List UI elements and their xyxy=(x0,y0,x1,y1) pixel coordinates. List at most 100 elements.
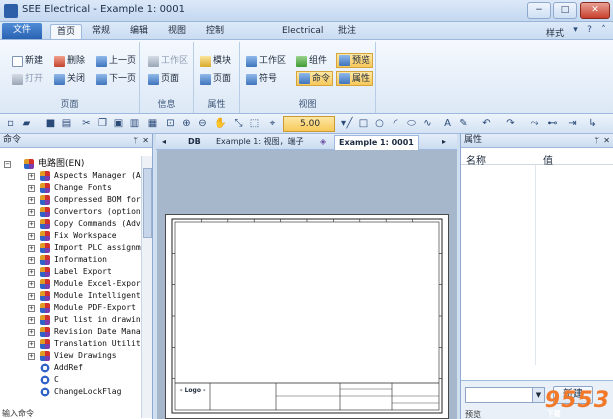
route-icon[interactable]: ↳ xyxy=(586,117,599,130)
tree-item[interactable]: + Revision Date Mana xyxy=(0,326,141,338)
command-input-label[interactable]: 输入命令 xyxy=(2,408,34,419)
commands-scrollbar[interactable] xyxy=(141,156,152,418)
ribbon-toggle-icon[interactable]: ˄ xyxy=(598,25,609,36)
tab-general[interactable]: 常规 xyxy=(86,24,116,39)
tab-db[interactable]: DB xyxy=(184,135,205,150)
template-select[interactable]: ▼ xyxy=(465,387,545,403)
tree-item[interactable]: + Copy Commands (Adv xyxy=(0,218,141,230)
tree-item[interactable]: + Aspects Manager (A xyxy=(0,170,141,182)
tab-home[interactable]: 首页 xyxy=(50,24,83,39)
tree-item[interactable]: + Compressed BOM for xyxy=(0,194,141,206)
tree-item[interactable]: + Label Export xyxy=(0,266,141,278)
tab-annotation[interactable]: 批注 xyxy=(332,24,362,39)
page-properties-button[interactable]: 页面 xyxy=(200,72,231,86)
tree-item[interactable]: + Import PLC assignm xyxy=(0,242,141,254)
tab-example-view-terminals[interactable]: Example 1: 视图，端子 xyxy=(212,135,308,150)
print-icon[interactable]: ▤ xyxy=(60,117,73,130)
tree-item[interactable]: + Information xyxy=(0,254,141,266)
drawing-canvas[interactable]: - Logo - xyxy=(157,150,457,419)
app-icon[interactable] xyxy=(4,4,18,18)
rectangle-tool-icon[interactable]: □ xyxy=(357,117,370,130)
info-workspace-button[interactable]: 工作区 xyxy=(148,54,188,68)
next-page-button[interactable]: 下一页 xyxy=(96,72,136,86)
new-page-button[interactable]: 新建 xyxy=(12,54,43,68)
expand-icon[interactable]: + xyxy=(28,317,35,324)
line-tool-icon[interactable]: ╱ xyxy=(343,117,356,130)
panel-close-icon[interactable]: ✕ xyxy=(603,134,610,147)
tree-item[interactable]: + Module PDF-Export xyxy=(0,302,141,314)
properties-toggle-button[interactable]: 属性 xyxy=(336,71,374,86)
tree-item[interactable]: + Translation Utilit xyxy=(0,338,141,350)
expand-icon[interactable]: + xyxy=(28,329,35,336)
delete-page-button[interactable]: 删除 xyxy=(54,54,85,68)
maximize-button[interactable]: □ xyxy=(553,2,577,19)
align-icon[interactable]: ⇥ xyxy=(566,117,579,130)
text-tool-icon[interactable]: A xyxy=(441,117,454,130)
circle-tool-icon[interactable]: ○ xyxy=(373,117,386,130)
chevron-down-icon[interactable]: ▼ xyxy=(532,388,544,402)
style-dropdown[interactable]: 样式 xyxy=(546,26,564,39)
tree-item[interactable]: + Change Fonts xyxy=(0,182,141,194)
components-button[interactable]: 组件 xyxy=(296,54,327,68)
drawing-sheet[interactable]: - Logo - xyxy=(165,214,449,419)
info-page-button[interactable]: 页面 xyxy=(148,72,179,86)
tab-electrical[interactable]: Electrical xyxy=(276,24,329,39)
dropdown-arrow-icon[interactable]: ▾ xyxy=(570,25,581,36)
new-file-icon[interactable]: ▫ xyxy=(4,117,17,130)
ellipse-tool-icon[interactable]: ⬭ xyxy=(405,117,418,130)
expand-icon[interactable]: + xyxy=(28,173,35,180)
zoom-out-icon[interactable]: ⊖ xyxy=(196,117,209,130)
pin-icon[interactable]: ᛘ xyxy=(594,134,599,147)
cut-icon[interactable]: ✂ xyxy=(80,117,93,130)
preview-toggle-button[interactable]: 预览 xyxy=(336,53,374,68)
close-page-button[interactable]: 关闭 xyxy=(54,72,85,86)
expand-icon[interactable]: + xyxy=(28,293,35,300)
copy-icon[interactable]: ❐ xyxy=(96,117,109,130)
collapse-icon[interactable]: − xyxy=(4,161,11,168)
open-folder-icon[interactable]: ▰ xyxy=(20,117,33,130)
help-icon[interactable]: ? xyxy=(584,25,595,36)
pin-icon[interactable]: ᛘ xyxy=(133,134,138,147)
paste-icon[interactable]: ▣ xyxy=(112,117,125,130)
tree-item[interactable]: + View Drawings xyxy=(0,350,141,362)
tree-item[interactable]: + Module Excel-Expor xyxy=(0,278,141,290)
open-page-button[interactable]: 打开 xyxy=(12,72,43,86)
tab-scroll-left-icon[interactable]: ◂ xyxy=(158,135,170,150)
expand-icon[interactable]: + xyxy=(28,185,35,192)
curve-tool-icon[interactable]: ∿ xyxy=(421,117,434,130)
tree-item[interactable]: + Fix Workspace xyxy=(0,230,141,242)
brush-tool-icon[interactable]: ✎ xyxy=(457,117,470,130)
tree-item[interactable]: C xyxy=(0,374,141,386)
minimize-button[interactable]: − xyxy=(527,2,551,19)
snap-icon[interactable]: ⌖ xyxy=(266,117,279,130)
tab-control[interactable]: 控制 xyxy=(200,24,230,39)
expand-icon[interactable]: + xyxy=(28,257,35,264)
scroll-thumb[interactable] xyxy=(143,168,152,238)
undo-icon[interactable]: ↶ xyxy=(480,117,493,130)
module-properties-button[interactable]: 模块 xyxy=(200,54,231,68)
expand-icon[interactable]: + xyxy=(28,269,35,276)
grid-icon[interactable]: ▦ xyxy=(146,117,159,130)
clipboard-icon[interactable]: ▥ xyxy=(128,117,141,130)
zoom-window-icon[interactable]: ⊡ xyxy=(164,117,177,130)
pan-hand-icon[interactable]: ✋ xyxy=(214,117,227,130)
tree-item[interactable]: + Convertors (option xyxy=(0,206,141,218)
previous-page-button[interactable]: 上一页 xyxy=(96,54,136,68)
save-icon[interactable]: ■ xyxy=(44,117,57,130)
expand-icon[interactable]: + xyxy=(28,197,35,204)
expand-icon[interactable]: + xyxy=(28,209,35,216)
commands-toggle-button[interactable]: 命令 xyxy=(296,71,334,86)
select-frame-icon[interactable]: ⬚ xyxy=(248,117,261,130)
connector-icon[interactable]: ⤳ xyxy=(528,117,541,130)
zoom-in-icon[interactable]: ⊕ xyxy=(180,117,193,130)
expand-icon[interactable]: + xyxy=(28,221,35,228)
zoom-fit-icon[interactable]: ⤡ xyxy=(232,117,245,130)
tree-item[interactable]: AddRef xyxy=(0,362,141,374)
tree-item[interactable]: ChangeLockFlag xyxy=(0,386,141,398)
expand-icon[interactable]: + xyxy=(28,341,35,348)
dimension-icon[interactable]: ⊷ xyxy=(546,117,559,130)
tab-edit[interactable]: 编辑 xyxy=(124,24,154,39)
expand-icon[interactable]: + xyxy=(28,245,35,252)
view-workspace-button[interactable]: 工作区 xyxy=(246,54,286,68)
expand-icon[interactable]: + xyxy=(28,353,35,360)
